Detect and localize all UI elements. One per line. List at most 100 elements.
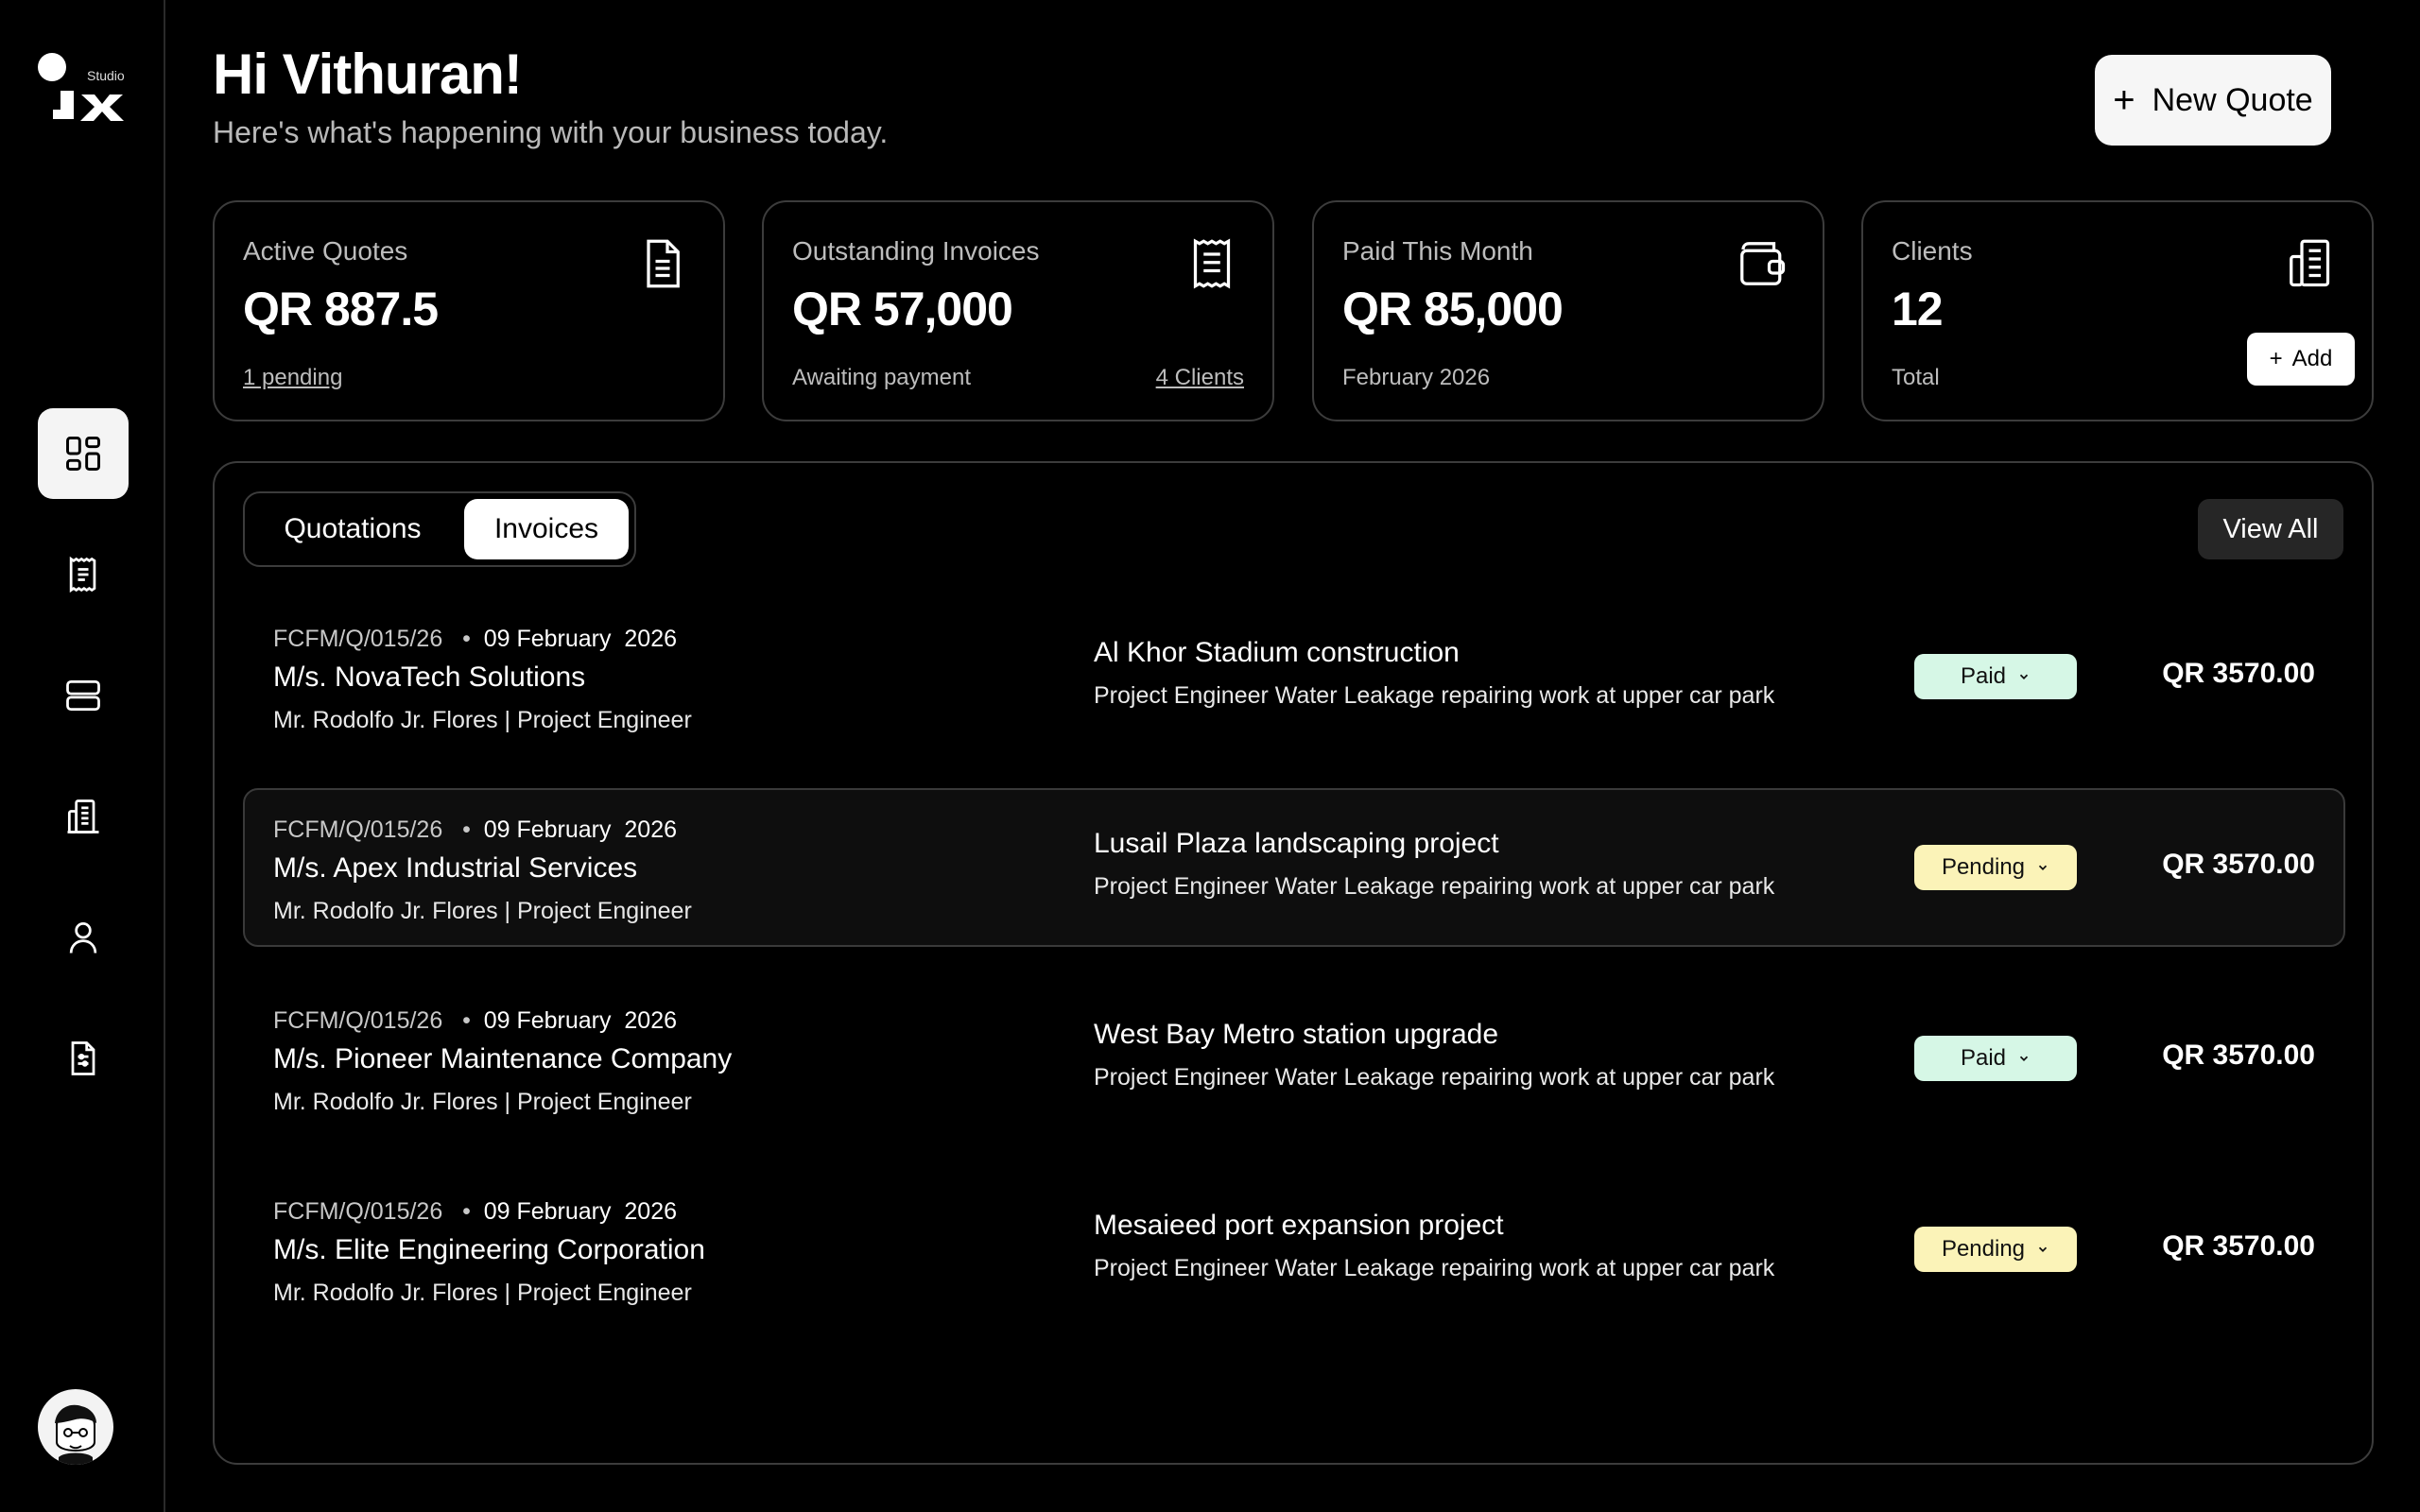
receipt-icon (1193, 238, 1231, 289)
status-dropdown[interactable]: Pending (1914, 1227, 2077, 1272)
active-quotes-card: Active Quotes QR 887.5 1 pending (213, 200, 725, 421)
client-name: M/s. Elite Engineering Corporation (273, 1234, 705, 1265)
sidebar-item-reports[interactable] (38, 1013, 129, 1104)
wallet-icon (1740, 242, 1786, 285)
table-row[interactable]: FCFM/Q/015/26 • 09 February 2026 M/s. Eli… (243, 1170, 2345, 1329)
project-description: Project Engineer Water Leakage repairing… (1094, 1064, 1775, 1091)
add-client-button[interactable]: + Add (2247, 333, 2355, 386)
logo-mark-icon (38, 53, 124, 121)
sidebar-item-profile[interactable] (38, 892, 129, 983)
studio-logo[interactable]: Studio (36, 51, 134, 123)
card-value: QR 887.5 (243, 283, 439, 335)
row-reference: FCFM/Q/015/26 • 09 February 2026 (273, 816, 677, 844)
page-subtitle: Here's what's happening with your busine… (213, 115, 889, 149)
card-footnote: Total (1892, 365, 1940, 390)
sidebar-item-dashboard[interactable] (38, 408, 129, 499)
row-date: 09 February 2026 (483, 1198, 678, 1225)
table-row[interactable]: FCFM/Q/015/26 • 09 February 2026 M/s. Ape… (243, 788, 2345, 947)
row-amount: QR 3570.00 (2162, 849, 2315, 880)
outstanding-invoices-card: Outstanding Invoices QR 57,000 Awaiting … (762, 200, 1274, 421)
card-label: Clients (1892, 236, 1973, 266)
add-client-label: Add (2291, 346, 2333, 371)
status-label: Paid (1960, 1045, 2007, 1071)
separator-dot: • (442, 626, 484, 652)
clients-link[interactable]: 4 Clients (1156, 365, 1244, 391)
table-row[interactable]: FCFM/Q/015/26 • 09 February 2026 M/s. Pio… (243, 979, 2345, 1138)
view-all-button[interactable]: View All (2198, 499, 2343, 559)
sidebar-item-services[interactable] (38, 650, 129, 741)
reference-number: FCFM/Q/015/26 (273, 1198, 443, 1225)
user-avatar[interactable] (38, 1389, 113, 1465)
tab-invoices[interactable]: Invoices (464, 499, 629, 559)
row-reference: FCFM/Q/015/26 • 09 February 2026 (273, 1198, 677, 1226)
table-row[interactable]: FCFM/Q/015/26 • 09 February 2026 M/s. Nov… (243, 597, 2345, 756)
status-dropdown[interactable]: Paid (1914, 654, 2077, 699)
status-label: Pending (1941, 1236, 2026, 1262)
row-amount: QR 3570.00 (2162, 1230, 2315, 1262)
file-settings-icon (71, 1041, 95, 1075)
client-name: M/s. Apex Industrial Services (273, 852, 638, 884)
logo-text: Studio (87, 68, 125, 83)
row-date: 09 February 2026 (483, 1007, 678, 1034)
clients-card: Clients 12 Total + Add (1861, 200, 2374, 421)
project-description: Project Engineer Water Leakage repairing… (1094, 682, 1775, 709)
separator-dot: • (442, 1198, 484, 1225)
chevron-down-icon (2038, 1246, 2048, 1252)
reference-number: FCFM/Q/015/26 (273, 816, 443, 843)
document-tabs: Quotations Invoices (243, 491, 636, 567)
status-dropdown[interactable]: Pending (1914, 845, 2077, 890)
separator-dot: • (442, 816, 484, 843)
client-name: M/s. NovaTech Solutions (273, 662, 586, 693)
chevron-down-icon (2019, 674, 2029, 679)
sidebar: Studio (0, 0, 165, 1512)
building-icon (2290, 239, 2330, 287)
project-description: Project Engineer Water Leakage repairing… (1094, 1255, 1775, 1281)
document-icon (647, 239, 680, 288)
pending-link[interactable]: 1 pending (243, 365, 342, 391)
card-label: Outstanding Invoices (792, 236, 1040, 266)
building-icon (67, 799, 99, 833)
server-icon (66, 679, 100, 712)
project-name: Lusail Plaza landscaping project (1094, 828, 1499, 859)
grid-icon (66, 437, 100, 471)
plus-icon: + (2269, 346, 2283, 371)
user-icon (69, 921, 97, 954)
project-name: Al Khor Stadium construction (1094, 637, 1460, 668)
contact-person: Mr. Rodolfo Jr. Flores | Project Enginee… (273, 1089, 692, 1115)
contact-person: Mr. Rodolfo Jr. Flores | Project Enginee… (273, 1280, 692, 1306)
chevron-down-icon (2038, 865, 2048, 870)
reference-number: FCFM/Q/015/26 (273, 626, 443, 652)
tab-quotations[interactable]: Quotations (252, 499, 453, 559)
row-date: 09 February 2026 (483, 626, 678, 652)
status-label: Paid (1960, 663, 2007, 689)
reference-number: FCFM/Q/015/26 (273, 1007, 443, 1034)
sidebar-item-clients[interactable] (38, 771, 129, 862)
row-amount: QR 3570.00 (2162, 658, 2315, 689)
card-footnote: Awaiting payment (792, 365, 971, 390)
project-name: West Bay Metro station upgrade (1094, 1019, 1498, 1050)
separator-dot: • (442, 1007, 484, 1034)
card-label: Active Quotes (243, 236, 408, 266)
project-description: Project Engineer Water Leakage repairing… (1094, 873, 1775, 900)
client-name: M/s. Pioneer Maintenance Company (273, 1043, 733, 1074)
card-value: QR 57,000 (792, 283, 1013, 335)
sidebar-item-invoices[interactable] (38, 529, 129, 620)
card-label: Paid This Month (1342, 236, 1533, 266)
row-reference: FCFM/Q/015/26 • 09 February 2026 (273, 626, 677, 653)
documents-panel: Quotations Invoices View All FCFM/Q/015/… (213, 461, 2374, 1465)
card-value: 12 (1892, 283, 1944, 335)
row-reference: FCFM/Q/015/26 • 09 February 2026 (273, 1007, 677, 1035)
receipt-icon (69, 556, 96, 593)
page-title: Hi Vithuran! (213, 43, 523, 106)
card-value: QR 85,000 (1342, 283, 1564, 335)
contact-person: Mr. Rodolfo Jr. Flores | Project Enginee… (273, 898, 692, 924)
avatar-illustration-icon (55, 1404, 96, 1465)
new-quote-button[interactable]: + New Quote (2095, 55, 2331, 146)
paid-this-month-card: Paid This Month QR 85,000 February 2026 (1312, 200, 1824, 421)
row-amount: QR 3570.00 (2162, 1040, 2315, 1071)
contact-person: Mr. Rodolfo Jr. Flores | Project Enginee… (273, 707, 692, 733)
status-dropdown[interactable]: Paid (1914, 1036, 2077, 1081)
status-label: Pending (1941, 854, 2026, 880)
project-name: Mesaieed port expansion project (1094, 1210, 1504, 1241)
row-date: 09 February 2026 (483, 816, 678, 843)
